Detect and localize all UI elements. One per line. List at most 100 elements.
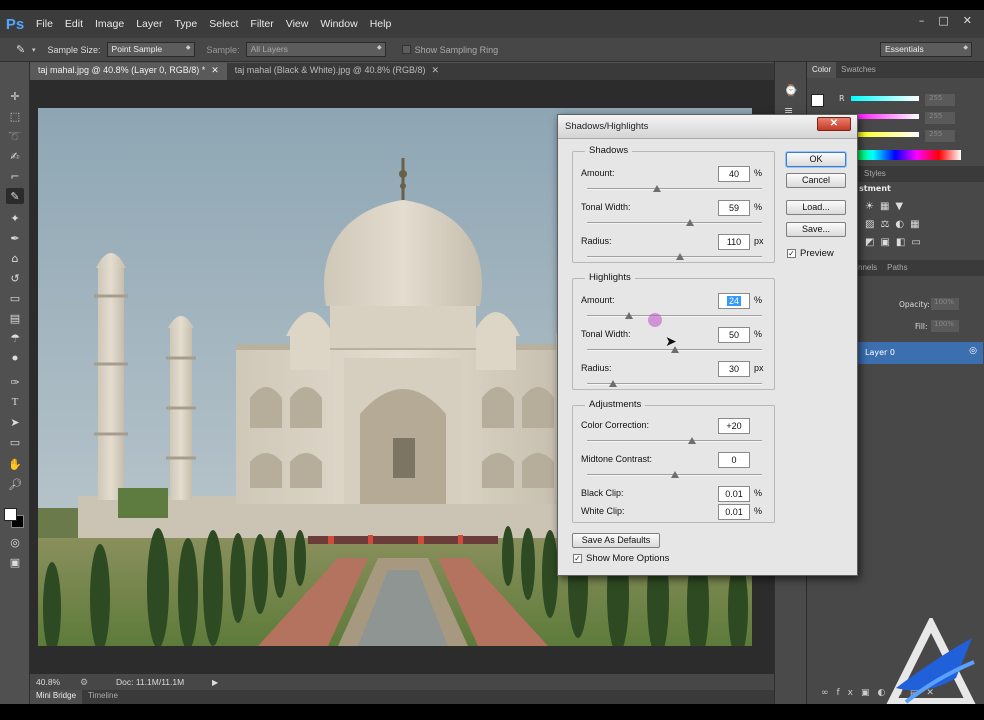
- shape-tool-icon[interactable]: ▭: [6, 434, 24, 450]
- green-value[interactable]: 255: [925, 112, 955, 124]
- save-button[interactable]: Save...: [786, 222, 846, 237]
- highlights-amount-input[interactable]: 24: [718, 293, 750, 309]
- slider-thumb[interactable]: [688, 437, 696, 444]
- white-clip-input[interactable]: 0.01: [718, 504, 750, 520]
- eyedropper-icon[interactable]: ✎: [16, 43, 30, 56]
- black-clip-input[interactable]: 0.01: [718, 486, 750, 502]
- healing-brush-tool-icon[interactable]: ✦: [6, 210, 24, 226]
- highlights-amount-slider[interactable]: [587, 312, 762, 319]
- close-icon[interactable]: ✕: [963, 14, 972, 27]
- shadows-amount-input[interactable]: 40: [718, 166, 750, 182]
- red-slider[interactable]: [851, 96, 919, 101]
- tab-styles[interactable]: Styles: [859, 166, 891, 182]
- tab-mini-bridge[interactable]: Mini Bridge: [30, 690, 83, 704]
- fill-field[interactable]: 100%: [931, 320, 959, 332]
- menu-view[interactable]: View: [280, 18, 315, 30]
- preview-checkbox[interactable]: ✓: [787, 249, 796, 258]
- path-select-tool-icon[interactable]: ➤: [6, 414, 24, 430]
- foreground-color-swatch[interactable]: [4, 508, 17, 521]
- tab-taj-mahal[interactable]: taj mahal.jpg @ 40.8% (Layer 0, RGB/8) *…: [30, 63, 227, 80]
- move-tool-icon[interactable]: ✛: [6, 88, 24, 104]
- hand-tool-icon[interactable]: ✋: [6, 456, 24, 472]
- shadows-amount-slider[interactable]: [587, 185, 762, 192]
- color-fg-swatch[interactable]: [811, 94, 824, 107]
- zoom-level[interactable]: 40.8%: [36, 677, 76, 687]
- slider-thumb[interactable]: [625, 312, 633, 319]
- type-tool-icon[interactable]: T: [6, 394, 24, 410]
- tab-close-icon[interactable]: ✕: [431, 65, 439, 78]
- blue-value[interactable]: 255: [925, 130, 955, 142]
- slider-thumb[interactable]: [609, 380, 618, 387]
- dialog-close-button[interactable]: ✕: [817, 117, 851, 131]
- shadows-radius-input[interactable]: 110: [718, 234, 750, 250]
- menu-help[interactable]: Help: [364, 18, 398, 30]
- slider-thumb[interactable]: [670, 471, 679, 478]
- history-brush-tool-icon[interactable]: ↺: [6, 270, 24, 286]
- status-menu-arrow-icon[interactable]: ▶: [212, 678, 218, 687]
- info-icon[interactable]: ⚙: [80, 677, 92, 688]
- red-value[interactable]: 255: [925, 94, 955, 106]
- color-spectrum-bar[interactable]: [851, 150, 961, 160]
- marquee-tool-icon[interactable]: ⬚: [6, 108, 24, 124]
- menu-select[interactable]: Select: [203, 18, 244, 30]
- lasso-tool-icon[interactable]: ➰: [6, 128, 24, 144]
- layer-row[interactable]: Layer 0 ◎: [853, 342, 983, 364]
- save-as-defaults-button[interactable]: Save As Defaults: [572, 533, 660, 548]
- quick-mask-icon[interactable]: ◎: [6, 534, 24, 550]
- highlights-radius-slider[interactable]: [587, 380, 762, 387]
- shadows-radius-slider[interactable]: [587, 253, 762, 260]
- menu-layer[interactable]: Layer: [130, 18, 168, 30]
- menu-window[interactable]: Window: [314, 18, 363, 30]
- shadows-tonal-input[interactable]: 59: [718, 200, 750, 216]
- tab-timeline[interactable]: Timeline: [82, 690, 124, 704]
- midtone-contrast-slider[interactable]: [587, 471, 762, 478]
- eraser-tool-icon[interactable]: ▭: [6, 290, 24, 306]
- tab-swatches[interactable]: Swatches: [836, 62, 881, 78]
- menu-image[interactable]: Image: [89, 18, 130, 30]
- tab-close-icon[interactable]: ✕: [211, 65, 219, 78]
- menu-type[interactable]: Type: [168, 18, 203, 30]
- menu-edit[interactable]: Edit: [59, 18, 89, 30]
- minimize-icon[interactable]: –: [919, 14, 925, 27]
- blur-tool-icon[interactable]: ☂: [6, 330, 24, 346]
- sample-select[interactable]: All Layers: [245, 42, 386, 57]
- blue-slider[interactable]: [851, 132, 919, 137]
- clone-stamp-tool-icon[interactable]: ⌂: [6, 250, 24, 266]
- adjustment-icons[interactable]: ☀▦▼ ▨⚖◐▦ ◩▣◧▭: [865, 198, 965, 254]
- opacity-field[interactable]: 100%: [931, 298, 959, 310]
- screen-mode-icon[interactable]: ▣: [6, 554, 24, 570]
- maximize-icon[interactable]: □: [938, 14, 948, 27]
- slider-thumb[interactable]: [686, 219, 695, 226]
- dodge-tool-icon[interactable]: ⚫: [6, 350, 24, 366]
- tab-color[interactable]: Color: [807, 62, 837, 78]
- history-panel-icon[interactable]: ⌚: [784, 84, 798, 97]
- gradient-tool-icon[interactable]: ▤: [6, 310, 24, 326]
- quick-select-tool-icon[interactable]: ✍: [6, 148, 24, 164]
- menu-file[interactable]: File: [30, 18, 59, 30]
- crop-tool-icon[interactable]: ⌐: [6, 168, 24, 184]
- pen-tool-icon[interactable]: ✑: [6, 374, 24, 390]
- tab-paths[interactable]: Paths: [882, 260, 912, 276]
- sample-size-select[interactable]: Point Sample: [106, 42, 195, 57]
- eyedropper-tool-icon[interactable]: ✎: [6, 188, 24, 204]
- brush-tool-icon[interactable]: ✒: [6, 230, 24, 246]
- cancel-button[interactable]: Cancel: [786, 173, 846, 188]
- layer-visibility-icon[interactable]: ◎: [969, 346, 977, 356]
- shadows-tonal-slider[interactable]: [587, 219, 762, 226]
- workspace-select[interactable]: Essentials: [880, 42, 972, 57]
- ok-button[interactable]: OK: [786, 152, 846, 167]
- sampling-ring-checkbox[interactable]: [401, 45, 411, 54]
- tab-taj-mahal-bw[interactable]: taj mahal (Black & White).jpg @ 40.8% (R…: [226, 63, 448, 80]
- menu-filter[interactable]: Filter: [244, 18, 279, 30]
- load-button[interactable]: Load...: [786, 200, 846, 215]
- dialog-title[interactable]: Shadows/Highlights: [558, 115, 857, 139]
- slider-thumb[interactable]: [675, 253, 684, 260]
- color-correction-input[interactable]: +20: [718, 418, 750, 434]
- midtone-contrast-input[interactable]: 0: [718, 452, 750, 468]
- highlights-radius-input[interactable]: 30: [718, 361, 750, 377]
- green-slider[interactable]: [851, 114, 919, 119]
- highlights-tonal-input[interactable]: 50: [718, 327, 750, 343]
- slider-thumb[interactable]: [653, 185, 661, 192]
- tool-preset-chevron-icon[interactable]: ▾: [32, 46, 36, 54]
- color-correction-slider[interactable]: [587, 437, 762, 444]
